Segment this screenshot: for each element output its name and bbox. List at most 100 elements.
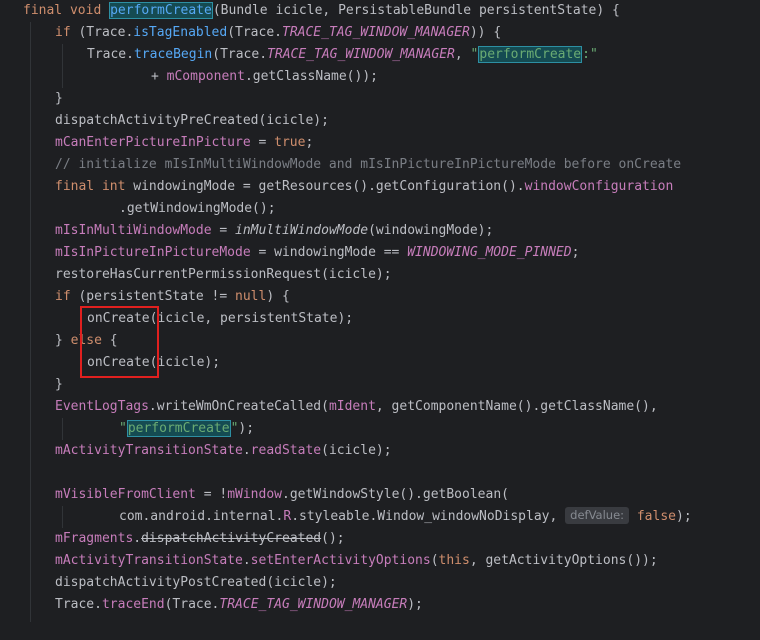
code-token: .styleable.Window_windowNoDisplay,: [291, 509, 566, 524]
code-line[interactable]: if (Trace.isTagEnabled(Trace.TRACE_TAG_W…: [55, 22, 501, 44]
code-token: .getWindowStyle().getBoolean(: [282, 487, 509, 502]
code-token: ) {: [266, 289, 290, 304]
parameter-hint: defValue:: [565, 507, 630, 524]
code-token: mActivityTransitionState: [55, 443, 243, 458]
code-line[interactable]: mIsInPictureInPictureMode = windowingMod…: [55, 242, 579, 264]
code-token: Trace.: [55, 597, 102, 612]
code-line[interactable]: .getWindowingMode();: [119, 198, 276, 220]
code-token: TRACE_TAG_WINDOW_MANAGER: [267, 47, 455, 62]
code-token: final int: [55, 179, 134, 194]
code-line[interactable]: final int windowingMode = getResources()…: [55, 176, 673, 198]
code-token: mIsInPictureInPictureMode: [55, 245, 251, 260]
code-line[interactable]: "performCreate");: [119, 418, 254, 440]
code-line[interactable]: Trace.traceBegin(Trace.TRACE_TAG_WINDOW_…: [87, 44, 598, 66]
code-line[interactable]: // initialize mIsInMultiWindowMode and m…: [55, 154, 681, 176]
code-token: .: [242, 443, 251, 458]
code-token: TRACE_TAG_WINDOW_MANAGER: [219, 597, 408, 612]
code-token: mActivityTransitionState: [55, 553, 243, 568]
code-token: =: [250, 135, 275, 150]
code-line[interactable]: EventLogTags.writeWmOnCreateCalled(mIden…: [55, 396, 658, 418]
indent-guide: [30, 22, 31, 622]
code-line[interactable]: }: [55, 374, 63, 396]
code-token: )) {: [469, 25, 502, 40]
code-token: windowingMode = getResources().getConfig…: [133, 179, 525, 194]
code-token: .writeWmOnCreateCalled(: [148, 399, 329, 414]
code-token: mComponent: [166, 69, 245, 84]
code-token: Trace.: [87, 47, 134, 62]
code-token: com.android.internal.: [119, 509, 284, 524]
code-line[interactable]: mActivityTransitionState.setEnterActivit…: [55, 550, 658, 572]
indent-guide: [62, 506, 63, 528]
code-token: traceEnd: [101, 597, 165, 612]
code-token: .: [242, 553, 251, 568]
code-token: restoreHasCurrentPermissionRequest(icicl…: [55, 267, 392, 282]
code-token: = windowingMode ==: [250, 245, 408, 260]
code-token: = !: [195, 487, 228, 502]
code-line[interactable]: + mComponent.getClassName());: [151, 66, 378, 88]
code-token: false: [629, 509, 676, 524]
code-token: (: [430, 553, 439, 568]
code-line[interactable]: mIsInMultiWindowMode = inMultiWindowMode…: [55, 220, 493, 242]
code-token: performCreate: [126, 420, 231, 437]
code-token: (windowingMode);: [368, 223, 494, 238]
code-token: true: [274, 135, 306, 150]
code-token: mCanEnterPictureInPicture: [55, 135, 251, 150]
code-token: mVisibleFromClient: [55, 487, 196, 502]
code-token: readState: [250, 443, 322, 458]
code-token: .: [133, 531, 142, 546]
code-line[interactable]: Trace.traceEnd(Trace.TRACE_TAG_WINDOW_MA…: [55, 594, 423, 616]
code-token: WINDOWING_MODE_PINNED: [407, 245, 572, 260]
code-token: (icicle);: [321, 443, 392, 458]
indent-guide: [62, 44, 63, 88]
code-token: dispatchActivityPostCreated(icicle);: [55, 575, 337, 590]
code-token: , getActivityOptions());: [469, 553, 658, 568]
code-line[interactable]: final void performCreate(Bundle icicle, …: [23, 0, 620, 22]
code-token: =: [211, 223, 236, 238]
code-line[interactable]: mActivityTransitionState.readState(icicl…: [55, 440, 392, 462]
code-token: windowConfiguration: [524, 179, 674, 194]
code-editor[interactable]: final void performCreate (Bundle icicle, …: [0, 0, 760, 640]
code-token: (persistentState !=: [78, 289, 236, 304]
code-token: mIsInMultiWindowMode: [55, 223, 212, 238]
code-token: ;: [571, 245, 580, 260]
code-token: (Trace.: [164, 597, 220, 612]
code-token: dispatchActivityPreCreated(icicle);: [55, 113, 329, 128]
code-line[interactable]: restoreHasCurrentPermissionRequest(icicl…: [55, 264, 392, 286]
code-token: if: [55, 289, 79, 304]
code-line[interactable]: com.android.internal.R.styleable.Window_…: [119, 506, 692, 528]
code-token: ,: [454, 47, 471, 62]
code-token: ;: [305, 135, 314, 150]
code-token: ();: [321, 531, 345, 546]
code-line[interactable]: if (persistentState != null) {: [55, 286, 290, 308]
code-token: );: [676, 509, 692, 524]
code-token: (Trace.: [212, 47, 268, 62]
code-token: }: [55, 333, 71, 348]
code-line[interactable]: dispatchActivityPreCreated(icicle);: [55, 110, 329, 132]
code-token: isTagEnabled: [133, 25, 228, 40]
code-token: }: [55, 91, 63, 106]
code-token: final void: [23, 3, 110, 18]
code-token: if: [55, 25, 79, 40]
code-token: }: [55, 377, 63, 392]
annotation-highlight-box: [80, 306, 159, 378]
code-token: (Bundle icicle, PersistableBundle persis…: [212, 3, 620, 18]
code-token: // initialize mIsInMultiWindowMode and m…: [55, 157, 682, 172]
code-token: performCreate: [478, 46, 583, 63]
code-line[interactable]: mVisibleFromClient = !mWindow.getWindowS…: [55, 484, 509, 506]
code-line[interactable]: mCanEnterPictureInPicture = true;: [55, 132, 313, 154]
code-token: null: [235, 289, 267, 304]
code-token: ": [119, 421, 127, 436]
code-token: :": [582, 47, 598, 62]
code-line[interactable]: dispatchActivityPostCreated(icicle);: [55, 572, 337, 594]
code-token: EventLogTags: [55, 399, 149, 414]
code-line[interactable]: }: [55, 88, 63, 110]
code-token: , getComponentName().getClassName(),: [375, 399, 658, 414]
code-token: mIdent: [328, 399, 376, 414]
code-token: traceBegin: [133, 47, 213, 62]
code-token: +: [151, 69, 167, 84]
code-token: TRACE_TAG_WINDOW_MANAGER: [282, 25, 470, 40]
code-line[interactable]: mFragments.dispatchActivityCreated();: [55, 528, 345, 550]
code-token: dispatchActivityCreated: [141, 531, 322, 546]
code-token: mWindow: [227, 487, 282, 502]
code-token: inMultiWindowMode: [235, 223, 369, 238]
